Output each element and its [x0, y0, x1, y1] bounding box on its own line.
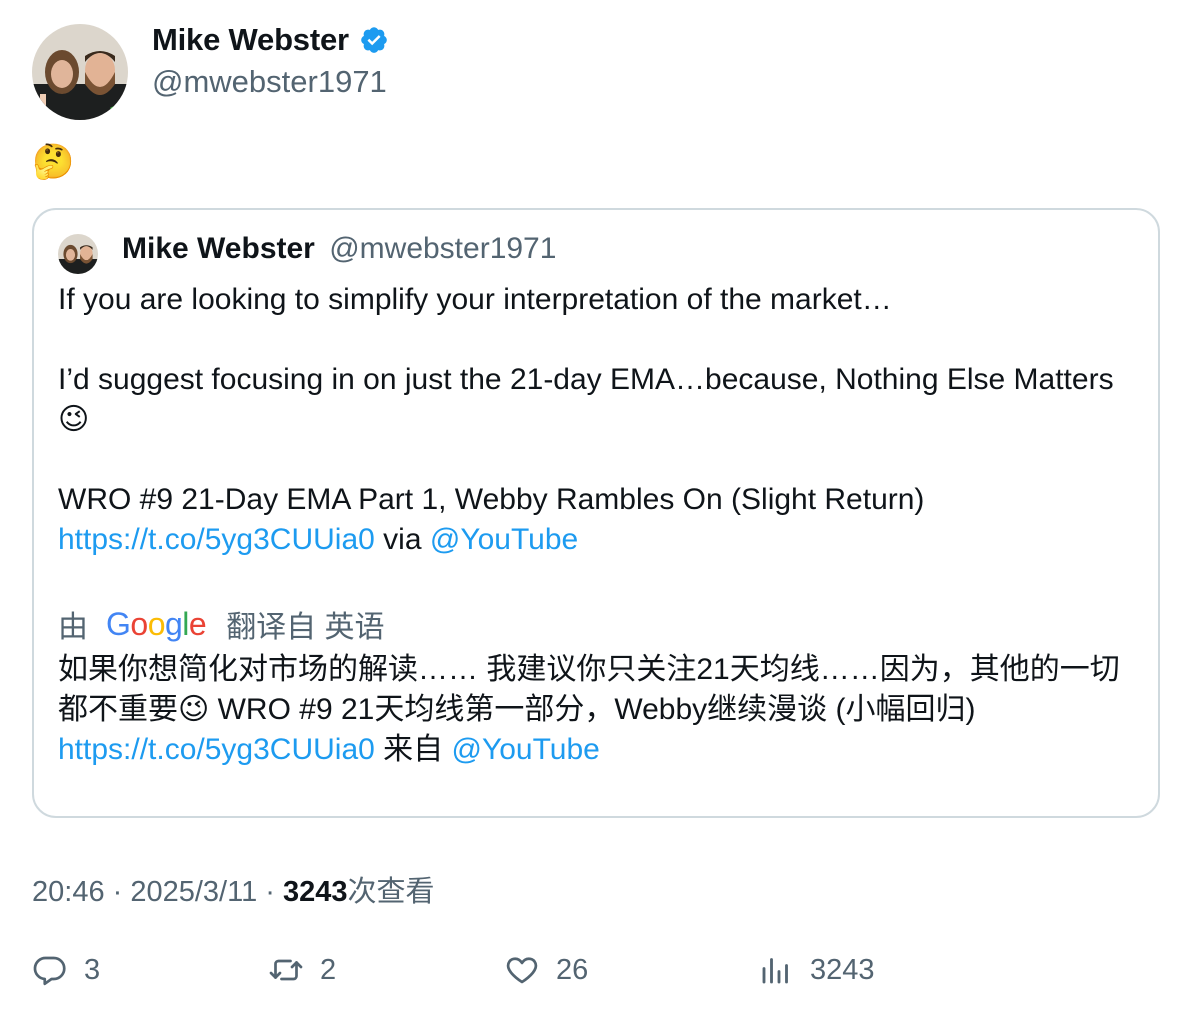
meta-separator: · — [257, 876, 284, 908]
tweet-date[interactable]: 2025/3/11 — [130, 876, 257, 908]
translation-attribution: 由 Google 翻译自 英语 — [58, 602, 385, 646]
heart-icon — [506, 957, 538, 984]
retweet-icon — [269, 959, 303, 981]
via-text: via — [374, 523, 430, 556]
verified-badge-icon — [359, 25, 389, 55]
reply-count: 3 — [84, 953, 101, 986]
like-button[interactable]: 26 — [504, 952, 588, 988]
quoted-author-name: Mike Webster — [122, 232, 315, 265]
view-count: 3243 — [810, 953, 875, 986]
quoted-text-line: If you are looking to simplify your inte… — [58, 283, 892, 316]
views-label: 次查看 — [347, 876, 435, 908]
quoted-tweet-card[interactable]: Mike Webster @mwebster1971 If you are lo… — [32, 208, 1160, 818]
translated-youtube-mention[interactable]: @YouTube — [452, 733, 600, 766]
quoted-text-line: WRO #9 21-Day EMA Part 1, Webby Rambles … — [58, 483, 925, 516]
quoted-link[interactable]: https://t.co/5yg3CUUia0 — [58, 523, 375, 556]
reply-icon — [33, 956, 66, 986]
tweet-time[interactable]: 20:46 — [32, 876, 105, 908]
translated-by-label: 由 — [58, 611, 88, 644]
google-logo: Google — [106, 605, 207, 642]
quoted-author-avatar — [58, 234, 98, 274]
quoted-tweet-body: If you are looking to simplify your inte… — [58, 280, 1138, 560]
analytics-icon — [762, 958, 788, 984]
tweet-meta: 20:46 · 2025/3/11 · 3243次查看 — [32, 868, 435, 910]
meta-separator: · — [104, 876, 131, 908]
translated-from-label: 翻译自 英语 — [226, 611, 385, 644]
like-count: 26 — [556, 953, 589, 986]
views-button[interactable]: 3243 — [758, 952, 875, 988]
translated-text: 如果你想简化对市场的解读…… 我建议你只关注21天均线……因为，其他的一切都不重… — [58, 650, 1143, 770]
action-bar: 3 2 26 3243 — [32, 952, 1162, 1002]
youtube-mention[interactable]: @YouTube — [430, 523, 578, 556]
translated-link[interactable]: https://t.co/5yg3CUUia0 — [58, 733, 375, 766]
author-name[interactable]: Mike Webster — [152, 22, 349, 58]
reply-button[interactable]: 3 — [32, 952, 100, 988]
quoted-author-handle: @mwebster1971 — [329, 232, 557, 265]
author-handle[interactable]: @mwebster1971 — [152, 64, 387, 100]
retweet-count: 2 — [320, 953, 337, 986]
tweet-text: 🤔 — [32, 143, 75, 181]
translated-body: 如果你想简化对市场的解读…… 我建议你只关注21天均线……因为，其他的一切都不重… — [58, 653, 1120, 726]
translated-from-word: 来自 — [374, 733, 452, 766]
retweet-button[interactable]: 2 — [268, 952, 336, 988]
views-count: 3243 — [283, 876, 348, 908]
quoted-text-line: I’d suggest focusing in on just the 21-d… — [58, 363, 1114, 436]
author-avatar[interactable] — [32, 24, 128, 120]
